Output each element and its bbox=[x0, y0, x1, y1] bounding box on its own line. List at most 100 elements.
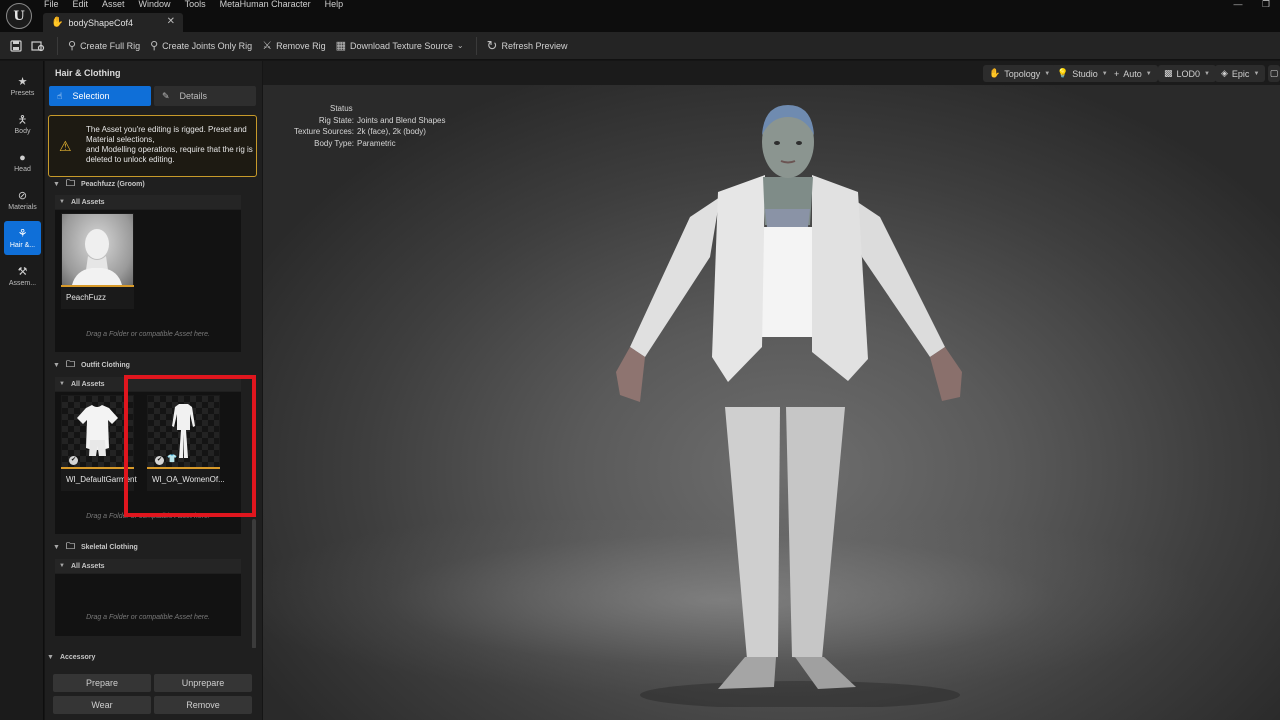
remove-button[interactable]: Remove bbox=[154, 696, 252, 714]
right-leg bbox=[786, 407, 845, 659]
refresh-preview-button[interactable]: ↻ Refresh Preview bbox=[487, 38, 568, 54]
light-icon: 💡 bbox=[1057, 68, 1069, 78]
menu-tools[interactable]: Tools bbox=[185, 0, 214, 10]
panel-title: Hair & Clothing bbox=[55, 68, 121, 78]
menu-metahuman-character[interactable]: MetaHuman Character bbox=[220, 0, 319, 10]
viewport-toolbar: ✋ Topology ▼ 💡 Studio ▼ + Auto ▼ ▩ LOD0 … bbox=[263, 61, 1280, 85]
status-value: Parametric bbox=[357, 138, 396, 148]
document-tab[interactable]: ✋ bodyShapeCof4 ✕ bbox=[43, 13, 183, 32]
asset-tile-peachfuzz[interactable]: PeachFuzz bbox=[61, 213, 134, 309]
subsection-label: All Assets bbox=[70, 380, 105, 388]
shirt bbox=[758, 227, 818, 337]
window-controls: — ❐ bbox=[1224, 0, 1280, 10]
nav-label: Materials bbox=[8, 203, 37, 211]
nav-item-assembly[interactable]: ⚒ Assem... bbox=[4, 259, 41, 293]
jacket-left bbox=[712, 175, 765, 382]
create-joints-only-rig-button[interactable]: ⚲ Create Joints Only Rig bbox=[150, 39, 252, 52]
lod-icon: ▩ bbox=[1164, 68, 1173, 78]
topology-label: Topology bbox=[1004, 68, 1041, 79]
selection-tab[interactable]: ☝ Selection bbox=[49, 86, 151, 106]
lod-mode-dropdown[interactable]: + Auto ▼ bbox=[1108, 65, 1158, 82]
menu-bar: File Edit Asset Window Tools MetaHuman C… bbox=[44, 0, 357, 10]
status-overlay: Status Rig State: Joints and Blend Shapes… bbox=[288, 103, 446, 149]
download-icon: ▦ bbox=[335, 40, 347, 52]
asset-icon: ✋ bbox=[51, 17, 64, 28]
right-eye bbox=[796, 141, 802, 145]
section-accessory[interactable]: ▼ Accessory bbox=[47, 650, 237, 664]
section-label: Accessory bbox=[59, 653, 96, 661]
remove-rig-button[interactable]: ⚔ Remove Rig bbox=[262, 39, 325, 52]
menu-help[interactable]: Help bbox=[325, 0, 352, 10]
asset-type-bar bbox=[61, 467, 134, 469]
download-texture-source-label: Download Texture Source bbox=[350, 40, 453, 51]
hair-icon: ⚘ bbox=[17, 227, 28, 240]
drop-hint: Drag a Folder or compatible Asset here. bbox=[86, 513, 210, 520]
section-outfit-clothing[interactable]: ▼ 🗀 Outfit Clothing bbox=[53, 358, 243, 372]
left-leg bbox=[725, 407, 780, 659]
3d-viewport[interactable]: ✋ Topology ▼ 💡 Studio ▼ + Auto ▼ ▩ LOD0 … bbox=[263, 61, 1280, 720]
gem-icon: ◈ bbox=[1221, 68, 1228, 78]
accessory-section: ▼ Accessory Prepare Unprepare Wear Remov… bbox=[45, 648, 262, 720]
chevron-down-icon: ▼ bbox=[1253, 70, 1260, 77]
chevron-down-icon: ▼ bbox=[53, 180, 60, 188]
nav-label: Assem... bbox=[8, 279, 37, 287]
asset-tile-women-office[interactable]: ✔ 👕 WI_OA_WomenOf... bbox=[147, 395, 224, 491]
menu-file[interactable]: File bbox=[44, 0, 67, 10]
minimize-button[interactable]: — bbox=[1224, 0, 1252, 10]
topology-dropdown[interactable]: ✋ Topology ▼ bbox=[983, 65, 1057, 82]
quality-dropdown[interactable]: ◈ Epic ▼ bbox=[1215, 65, 1266, 82]
panel-scrollbar[interactable] bbox=[252, 519, 256, 649]
skeletal-icon: 🗀 bbox=[65, 541, 75, 551]
logo-text: U bbox=[13, 8, 25, 24]
save-icon[interactable] bbox=[5, 35, 27, 57]
subsection-all-assets[interactable]: ▼ All Assets bbox=[55, 195, 241, 209]
prepare-button[interactable]: Prepare bbox=[53, 674, 151, 692]
outfit-asset-area: ✔ WI_DefaultGarment ✔ 👕 WI_OA_WomenOf...… bbox=[55, 392, 241, 534]
drop-hint: Drag a Folder or compatible Asset here. bbox=[86, 614, 210, 621]
status-key: Body Type: bbox=[314, 138, 354, 148]
nav-item-head[interactable]: ● Head bbox=[4, 145, 41, 179]
hammer-icon: ⚒ bbox=[17, 265, 28, 278]
section-peachfuzz[interactable]: ▼ 🗀 Peachfuzz (Groom) bbox=[53, 177, 243, 191]
subsection-all-assets[interactable]: ▼ All Assets bbox=[55, 377, 241, 391]
subsection-all-assets[interactable]: ▼ All Assets bbox=[55, 559, 241, 573]
details-tab[interactable]: ✎ Details bbox=[154, 86, 256, 106]
maximize-viewport-button[interactable]: ▢ bbox=[1268, 65, 1280, 82]
lighting-dropdown[interactable]: 💡 Studio ▼ bbox=[1051, 65, 1114, 82]
menu-edit[interactable]: Edit bbox=[73, 0, 97, 10]
browse-asset-icon[interactable] bbox=[27, 35, 49, 57]
unprepare-button[interactable]: Unprepare bbox=[154, 674, 252, 692]
nav-item-presets[interactable]: ★ Presets bbox=[4, 69, 41, 103]
asset-tile-default-garment[interactable]: ✔ WI_DefaultGarment bbox=[61, 395, 137, 491]
nav-item-hair-clothing[interactable]: ⚘ Hair &... bbox=[4, 221, 41, 255]
lod-dropdown[interactable]: ▩ LOD0 ▼ bbox=[1158, 65, 1216, 82]
peachfuzz-asset-area: PeachFuzz Drag a Folder or compatible As… bbox=[55, 210, 241, 352]
section-skeletal-clothing[interactable]: ▼ 🗀 Skeletal Clothing bbox=[53, 540, 243, 554]
nav-label: Presets bbox=[10, 89, 35, 97]
menu-asset[interactable]: Asset bbox=[102, 0, 133, 10]
menu-window[interactable]: Window bbox=[139, 0, 179, 10]
metahuman-character[interactable] bbox=[600, 97, 980, 707]
section-label: Outfit Clothing bbox=[80, 361, 130, 369]
unreal-logo-icon[interactable]: U bbox=[6, 3, 32, 29]
plus-icon: + bbox=[1114, 68, 1120, 79]
tab-label: bodyShapeCof4 bbox=[68, 17, 134, 28]
download-texture-source-button[interactable]: ▦ Download Texture Source ⌄ bbox=[336, 39, 464, 52]
status-row: Rig State: Joints and Blend Shapes bbox=[288, 115, 446, 127]
rig-warning-box: ⚠ The Asset you're editing is rigged. Pr… bbox=[48, 115, 257, 177]
nav-item-body[interactable]: 🯅 Body bbox=[4, 107, 41, 141]
warning-text: The Asset you're editing is rigged. Pres… bbox=[86, 125, 253, 164]
refresh-preview-label: Refresh Preview bbox=[501, 40, 568, 51]
nav-item-materials[interactable]: ⊘ Materials bbox=[4, 183, 41, 217]
restore-button[interactable]: ❐ bbox=[1252, 0, 1280, 10]
nav-label: Body bbox=[14, 127, 31, 135]
tab-close-icon[interactable]: ✕ bbox=[167, 16, 175, 27]
create-full-rig-button[interactable]: ⚲ Create Full Rig bbox=[68, 39, 140, 52]
wear-button[interactable]: Wear bbox=[53, 696, 151, 714]
status-key: Texture Sources: bbox=[293, 127, 354, 136]
chevron-down-icon: ▼ bbox=[1204, 70, 1210, 77]
chevron-down-icon: ⌄ bbox=[456, 41, 464, 50]
hair-clothing-panel: Hair & Clothing ☝ Selection ✎ Details ⚠ … bbox=[45, 61, 262, 720]
status-header: Status bbox=[330, 104, 353, 113]
view-mode-toggle: ☝ Selection ✎ Details bbox=[49, 86, 256, 106]
